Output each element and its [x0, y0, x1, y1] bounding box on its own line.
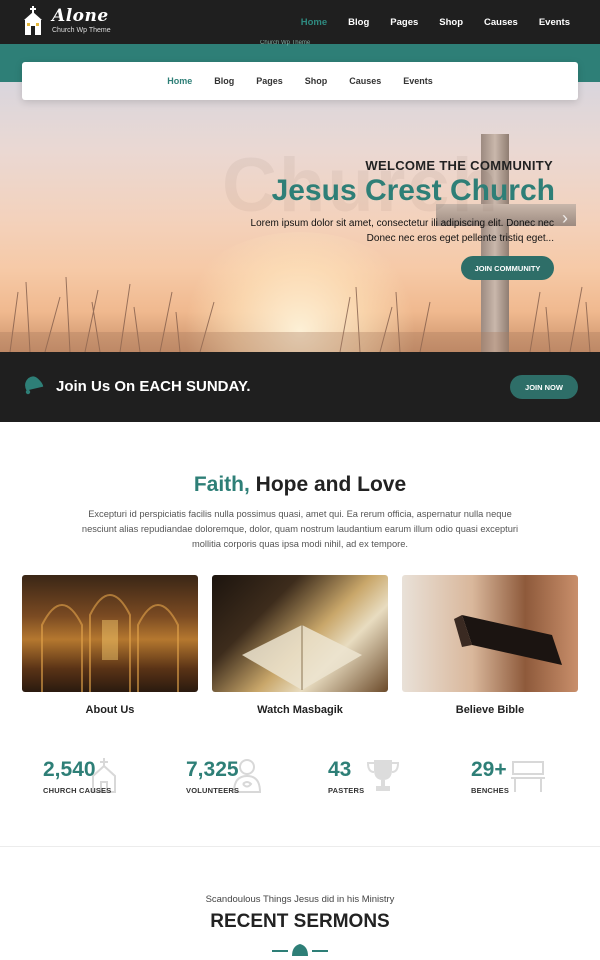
counter-benches: 29+ BENCHES — [471, 758, 600, 798]
nav-blog[interactable]: Blog — [348, 17, 369, 28]
counter-value: 43 — [328, 758, 352, 781]
hero-title: Jesus Crest Church — [271, 174, 555, 207]
hero-kicker: WELCOME THE COMMUNITY — [365, 158, 553, 173]
bench-icon — [511, 761, 545, 792]
church-interior-image[interactable] — [22, 575, 198, 692]
nav-shop[interactable]: Shop — [439, 17, 463, 28]
counter-volunteers: 7,325 VOLUNTEERS — [186, 758, 316, 798]
sticky-nav-home[interactable]: Home — [167, 76, 192, 86]
sticky-nav-shop[interactable]: Shop — [305, 76, 328, 86]
sticky-nav-events[interactable]: Events — [403, 76, 433, 86]
chevron-right-icon[interactable]: › — [562, 208, 568, 229]
site-logo[interactable]: Alone Church Wp Theme — [22, 6, 111, 36]
open-bible-straw-image[interactable] — [212, 575, 388, 692]
ghost-tagline: Church Wp Theme — [260, 40, 311, 46]
top-navbar: Alone Church Wp Theme Home Blog Pages Sh… — [0, 0, 600, 44]
counter-value: 29+ — [471, 758, 507, 781]
hero-description: Lorem ipsum dolor sit amet, consectetur … — [234, 216, 554, 246]
join-community-button[interactable]: JOIN COMMUNITY — [461, 256, 554, 280]
open-bible-graphic — [242, 625, 362, 690]
join-now-button[interactable]: JOIN NOW — [510, 375, 578, 399]
main-nav: Home Blog Pages Shop Causes Events — [280, 0, 570, 44]
counter-label: CHURCH CAUSES — [43, 786, 112, 795]
nav-pages[interactable]: Pages — [390, 17, 418, 28]
card-caption-about[interactable]: About Us — [22, 704, 198, 716]
holy-bible-stand-image[interactable] — [402, 575, 578, 692]
bell-divider-icon — [272, 944, 328, 956]
faith-title: Faith, Hope and Love — [0, 473, 600, 497]
sermons-kicker: Scandoulous Things Jesus did in his Mini… — [205, 894, 395, 905]
logo-name: Alone — [52, 6, 109, 26]
logo-tagline: Church Wp Theme — [52, 27, 111, 34]
join-band-text: Join Us On EACH SUNDAY. — [56, 378, 251, 395]
nav-home[interactable]: Home — [301, 17, 327, 28]
sermons-title: RECENT SERMONS — [210, 911, 390, 932]
nav-causes[interactable]: Causes — [484, 17, 518, 28]
counter-label: BENCHES — [471, 786, 510, 795]
faith-description: Excepturi id perspiciatis facilis nulla … — [81, 509, 519, 549]
card-caption-bible[interactable]: Believe Bible — [402, 704, 578, 716]
card-caption-watch[interactable]: Watch Masbagik — [212, 704, 388, 716]
counter-pasters: 43 PASTERS — [328, 758, 458, 798]
counter-value: 2,540 — [43, 758, 96, 781]
hero-desc-line1: Lorem ipsum dolor sit amet, consectetur … — [250, 218, 554, 229]
faith-title-rest: Hope and Love — [249, 473, 407, 496]
sticky-nav-causes[interactable]: Causes — [349, 76, 381, 86]
sticky-nav-pages[interactable]: Pages — [256, 76, 283, 86]
bible-book-graphic — [454, 615, 562, 665]
church-logo-icon — [24, 6, 42, 35]
church-arches-graphic — [41, 594, 179, 692]
hero-desc-line2: Donec nec eros eget pellente tristiq ege… — [366, 233, 554, 244]
hero-section: Church WELCOME THE COMMUNITY Jesus Crest… — [0, 82, 600, 352]
trophy-icon — [366, 760, 400, 791]
section-divider — [0, 846, 600, 847]
nav-events[interactable]: Events — [539, 17, 570, 28]
counter-value: 7,325 — [186, 758, 239, 781]
bell-icon — [25, 376, 44, 395]
faith-title-accent: Faith, — [193, 473, 250, 496]
sticky-nav: Home Blog Pages Shop Causes Events — [22, 62, 578, 100]
counter-label: VOLUNTEERS — [186, 786, 240, 795]
counter-label: PASTERS — [328, 786, 365, 795]
sticky-nav-blog[interactable]: Blog — [214, 76, 234, 86]
counter-church-causes: 2,540 CHURCH CAUSES — [43, 758, 173, 798]
